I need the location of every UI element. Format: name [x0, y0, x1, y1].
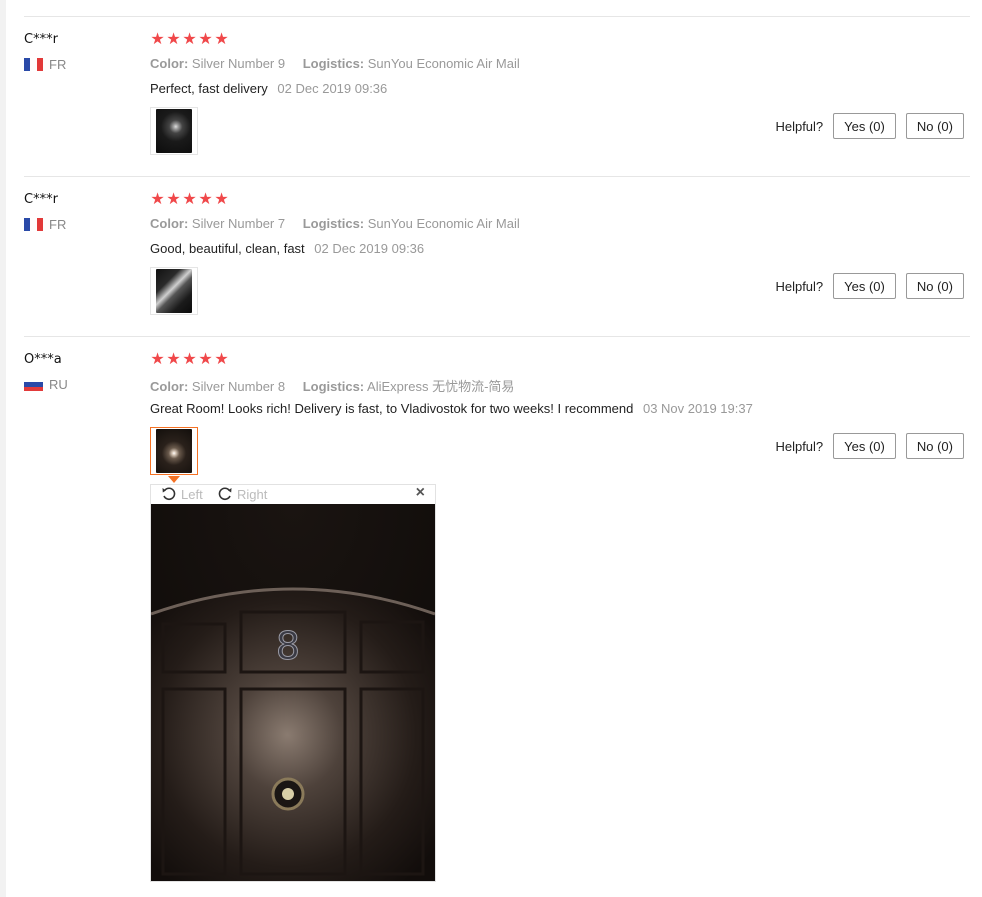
rotate-right-icon [218, 487, 232, 501]
logistics-value: SunYou Economic Air Mail [367, 56, 520, 71]
order-info: Color: Silver Number 9 Logistics: SunYou… [150, 56, 520, 71]
helpful-label: Helpful? [775, 438, 824, 454]
star-icon: ★ [198, 191, 213, 208]
helpful-no-button[interactable]: No (0) [905, 113, 964, 139]
review-photo-thumbnail[interactable] [150, 427, 198, 475]
color-value: Silver Number 7 [191, 216, 286, 231]
color-label: Color: [150, 56, 189, 71]
color-label: Color: [150, 216, 189, 231]
helpful-label: Helpful? [775, 118, 824, 134]
reviewer-name: C***r [24, 192, 58, 207]
review-text: Perfect, fast delivery 02 Dec 2019 09:36 [150, 81, 387, 96]
star-icon: ★ [166, 31, 181, 48]
star-icon: ★ [182, 191, 197, 208]
review-photo [156, 429, 192, 473]
logistics-label: Logistics: [302, 216, 365, 231]
close-icon[interactable]: × [416, 484, 425, 502]
viewer-pointer [168, 476, 180, 483]
color-label: Color: [150, 379, 189, 394]
review-photo [156, 109, 192, 153]
star-icon: ★ [150, 351, 165, 368]
logistics-label: Logistics: [302, 56, 365, 71]
flag-ru-icon [24, 378, 43, 391]
helpful-yes-button[interactable]: Yes (0) [833, 113, 896, 139]
reviewer-name: O***a [24, 352, 62, 367]
reviewer-country: FR [24, 57, 66, 72]
helpful-vote: Helpful? Yes (0) No (0) [775, 113, 964, 139]
review-text: Great Room! Looks rich! Delivery is fast… [150, 401, 753, 416]
helpful-no-button[interactable]: No (0) [905, 433, 964, 459]
star-icon: ★ [166, 351, 181, 368]
helpful-label: Helpful? [775, 278, 824, 294]
page-left-edge [0, 0, 6, 897]
logistics-value: AliExpress 无忧物流-简易 [367, 379, 515, 394]
helpful-vote: Helpful? Yes (0) No (0) [775, 273, 964, 299]
review-item: O***a RU ★ ★ ★ ★ ★ Color: Silver Number 8 Lo… [24, 336, 970, 497]
review-date: 02 Dec 2019 09:36 [314, 241, 425, 256]
star-icon: ★ [198, 31, 213, 48]
country-code: RU [49, 377, 68, 392]
review-body: Perfect, fast delivery [150, 81, 268, 96]
viewer-photo: 8 [151, 504, 435, 881]
reviewer-country: FR [24, 217, 66, 232]
star-icon: ★ [214, 31, 229, 48]
review-date: 02 Dec 2019 09:36 [277, 81, 388, 96]
reviewer-name: C***r [24, 32, 58, 47]
flag-fr-icon [24, 218, 43, 231]
logistics-label: Logistics: [302, 379, 365, 394]
review-item: C***r FR ★ ★ ★ ★ ★ Color: Silver Number 9 Lo… [24, 16, 970, 177]
helpful-vote: Helpful? Yes (0) No (0) [775, 433, 964, 459]
rotate-right-label: Right [237, 486, 268, 502]
star-icon: ★ [198, 351, 213, 368]
flag-fr-icon [24, 58, 43, 71]
star-icon: ★ [150, 31, 165, 48]
helpful-yes-button[interactable]: Yes (0) [833, 273, 896, 299]
rotate-left-button[interactable]: Left [161, 486, 203, 502]
country-code: FR [49, 57, 67, 72]
door-number: 8 [276, 624, 300, 668]
rotate-right-button[interactable]: Right [217, 486, 267, 502]
reviewer-country: RU [24, 377, 68, 392]
star-icon: ★ [150, 191, 165, 208]
review-photo-thumbnail[interactable] [150, 267, 198, 315]
review-body: Good, beautiful, clean, fast [150, 241, 305, 256]
review-body: Great Room! Looks rich! Delivery is fast… [150, 401, 634, 416]
review-photo-thumbnail[interactable] [150, 107, 198, 155]
review-photo [156, 269, 192, 313]
star-rating: ★ ★ ★ ★ ★ [150, 351, 229, 368]
order-info: Color: Silver Number 7 Logistics: SunYou… [150, 216, 520, 231]
country-code: FR [49, 217, 67, 232]
star-icon: ★ [182, 31, 197, 48]
star-rating: ★ ★ ★ ★ ★ [150, 191, 229, 208]
viewer-toolbar: Left Right × [151, 484, 435, 504]
review-item: C***r FR ★ ★ ★ ★ ★ Color: Silver Number 7 Lo… [24, 176, 970, 337]
star-icon: ★ [166, 191, 181, 208]
review-text: Good, beautiful, clean, fast 02 Dec 2019… [150, 241, 424, 256]
color-value: Silver Number 8 [191, 379, 286, 394]
rotate-left-label: Left [181, 486, 203, 502]
star-icon: ★ [182, 351, 197, 368]
review-date: 03 Nov 2019 19:37 [642, 401, 753, 416]
logistics-value: SunYou Economic Air Mail [367, 216, 520, 231]
photo-viewer: Left Right × 8 [150, 484, 436, 882]
star-rating: ★ ★ ★ ★ ★ [150, 31, 229, 48]
rotate-left-icon [162, 487, 176, 501]
helpful-yes-button[interactable]: Yes (0) [833, 433, 896, 459]
star-icon: ★ [214, 191, 229, 208]
order-info: Color: Silver Number 8 Logistics: AliExp… [150, 376, 514, 395]
star-icon: ★ [214, 351, 229, 368]
color-value: Silver Number 9 [191, 56, 286, 71]
helpful-no-button[interactable]: No (0) [905, 273, 964, 299]
